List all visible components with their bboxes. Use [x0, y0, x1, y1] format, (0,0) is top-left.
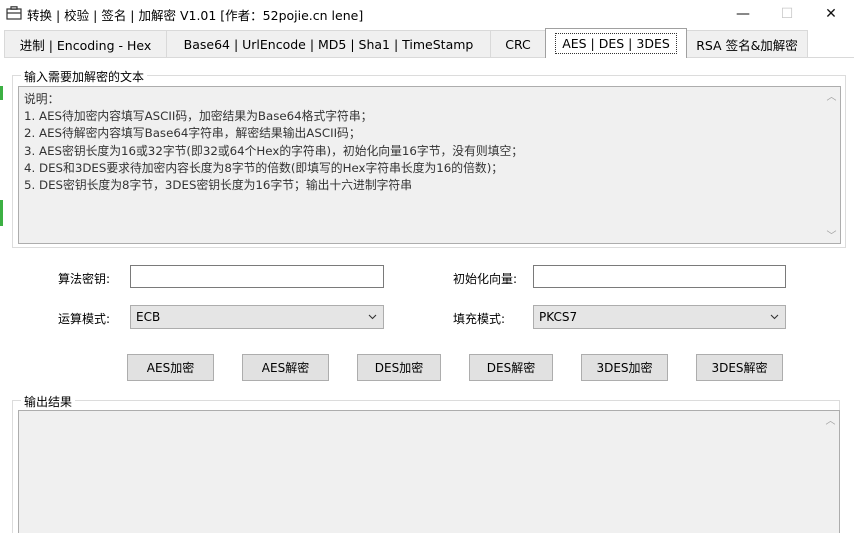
title-bar: 转换 | 校验 | 签名 | 加解密 V1.01 [作者：52pojie.cn …	[0, 0, 858, 28]
tab-label: CRC	[505, 36, 531, 52]
3des-encrypt-button[interactable]: 3DES加密	[581, 354, 668, 381]
3des-decrypt-button[interactable]: 3DES解密	[696, 354, 783, 381]
note-line: 1. AES待加密内容填写ASCII码，加密结果为Base64格式字符串；	[24, 109, 373, 124]
padding-select-value: PKCS7	[539, 310, 578, 324]
app-icon	[6, 6, 22, 20]
input-group-label: 输入需要加解密的文本	[21, 68, 148, 85]
note-line: 说明：	[24, 92, 60, 106]
scroll-up-icon[interactable]: ︿	[822, 411, 839, 428]
scroll-down-icon[interactable]: ﹀	[823, 226, 840, 243]
padding-label: 填充模式:	[453, 312, 506, 326]
tab-label: Base64 | UrlEncode | MD5 | Sha1 | TimeSt…	[183, 36, 474, 52]
output-textarea[interactable]: ︿	[18, 410, 840, 533]
tab-encoding-hex[interactable]: 进制 | Encoding - Hex	[4, 30, 167, 57]
input-text: 说明： 1. AES待加密内容填写ASCII码，加密结果为Base64格式字符串…	[24, 91, 523, 194]
background-window-edge	[0, 200, 3, 226]
key-label: 算法密钥:	[58, 272, 111, 286]
output-scrollbar[interactable]: ︿	[822, 411, 839, 533]
output-group-label: 输出结果	[21, 393, 76, 410]
window-title: 转换 | 校验 | 签名 | 加解密 V1.01 [作者：52pojie.cn …	[27, 8, 364, 23]
iv-input[interactable]	[533, 265, 786, 288]
tab-rsa[interactable]: RSA 签名&加解密	[686, 30, 808, 57]
tab-base64-md5[interactable]: Base64 | UrlEncode | MD5 | Sha1 | TimeSt…	[166, 30, 491, 57]
tab-crc[interactable]: CRC	[490, 30, 546, 57]
mode-select[interactable]: ECB	[130, 305, 384, 329]
padding-select[interactable]: PKCS7	[533, 305, 786, 329]
mode-label: 运算模式:	[58, 312, 111, 326]
des-encrypt-button[interactable]: DES加密	[357, 354, 441, 381]
iv-label: 初始化向量:	[453, 272, 518, 286]
key-input[interactable]	[130, 265, 384, 288]
tab-panel-aes: 输入需要加解密的文本 说明： 1. AES待加密内容填写ASCII码，加密结果为…	[4, 58, 854, 533]
note-line: 3. AES密钥长度为16或32字节(即32或64个Hex的字符串)，初始化向量…	[24, 143, 524, 158]
note-line: 2. AES待解密内容填写Base64字符串，解密结果输出ASCII码；	[24, 126, 361, 141]
maximize-button[interactable]: ☐	[764, 0, 810, 28]
chevron-down-icon	[770, 314, 779, 320]
tab-label: RSA 签名&加解密	[696, 37, 798, 53]
input-scrollbar[interactable]: ︿ ﹀	[823, 87, 840, 243]
tab-aes-des[interactable]: AES | DES | 3DES	[545, 28, 687, 58]
aes-decrypt-button[interactable]: AES解密	[242, 354, 329, 381]
background-window-edge	[0, 86, 3, 100]
note-line: 4. DES和3DES要求待加密内容长度为8字节的倍数(即填写的Hex字符串长度…	[24, 160, 504, 175]
note-line: 5. DES密钥长度为8字节，3DES密钥长度为16字节；输出十六进制字符串	[24, 178, 413, 193]
mode-select-value: ECB	[136, 310, 161, 324]
minimize-button[interactable]: —	[720, 0, 766, 28]
aes-encrypt-button[interactable]: AES加密	[127, 354, 214, 381]
tab-label: 进制 | Encoding - Hex	[19, 37, 152, 53]
des-decrypt-button[interactable]: DES解密	[469, 354, 553, 381]
input-textarea[interactable]: 说明： 1. AES待加密内容填写ASCII码，加密结果为Base64格式字符串…	[18, 86, 841, 244]
close-button[interactable]: ✕	[808, 0, 854, 28]
tab-label: AES | DES | 3DES	[555, 33, 677, 54]
scroll-up-icon[interactable]: ︿	[823, 87, 840, 104]
chevron-down-icon	[368, 314, 377, 320]
